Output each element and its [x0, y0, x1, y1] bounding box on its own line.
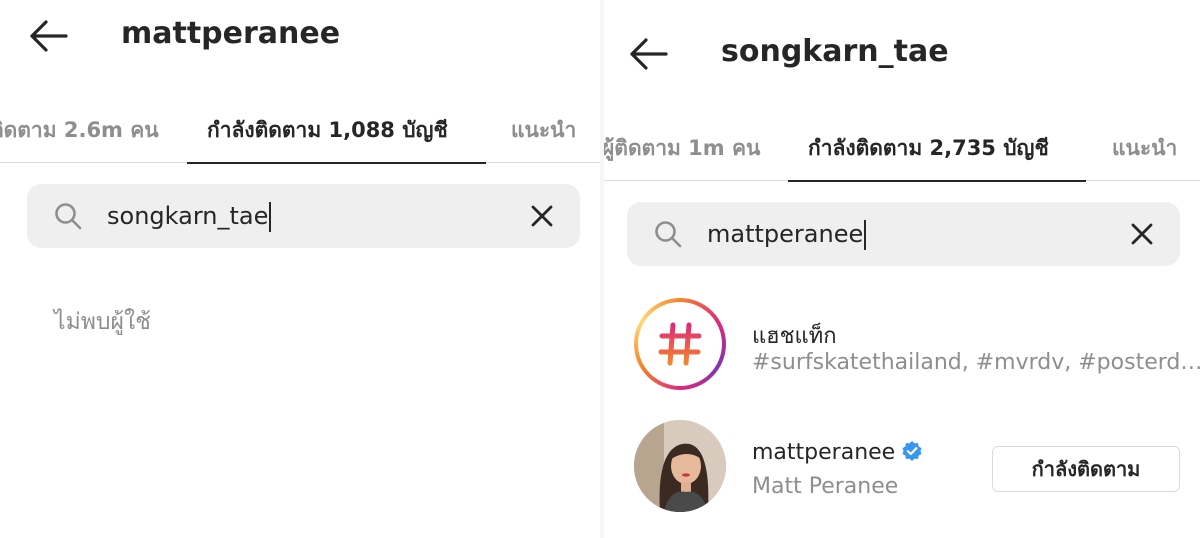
- username-text: mattperanee: [752, 440, 896, 465]
- following-button[interactable]: กำลังติดตาม: [992, 446, 1180, 492]
- user-result-row[interactable]: mattperanee Matt Peranee กำลังติดตาม: [634, 420, 1180, 516]
- hashtag-icon: [658, 322, 702, 366]
- text-cursor: [269, 202, 272, 232]
- text-cursor: [864, 220, 867, 250]
- hashtag-result-row[interactable]: แฮชแท็ก #surfskatethailand, #mvrdv, #pos…: [634, 298, 1200, 394]
- tab-following[interactable]: กำลังติดตาม 2,735 บัญชี: [808, 123, 1049, 173]
- no-users-found-text: ไม่พบผู้ใช้: [54, 309, 151, 335]
- active-tab-underline: [187, 162, 486, 164]
- active-tab-underline: [788, 180, 1086, 182]
- user-full-name: Matt Peranee: [752, 474, 899, 499]
- search-bar[interactable]: songkarn_tae: [27, 184, 580, 248]
- user-username: mattperanee: [752, 440, 923, 465]
- follow-tabs: ติดตาม 2.6m คน กำลังติดตาม 1,088 บัญชี แ…: [0, 100, 600, 164]
- header: mattperanee: [0, 0, 600, 70]
- follow-tabs: ผู้ติดตาม 1m คน กำลังติดตาม 2,735 บัญชี …: [604, 118, 1200, 182]
- search-icon: [655, 221, 682, 248]
- hashtag-icon-ring: [634, 298, 726, 390]
- hashtag-subtitle: #surfskatethailand, #mvrdv, #posterd…: [752, 350, 1200, 375]
- search-input[interactable]: mattperanee: [707, 202, 867, 266]
- right-profile-panel: songkarn_tae ผู้ติดตาม 1m คน กำลังติดตาม…: [604, 0, 1200, 538]
- search-bar[interactable]: mattperanee: [627, 202, 1180, 266]
- tab-followers[interactable]: ติดตาม 2.6m คน: [0, 105, 159, 155]
- profile-username-title: mattperanee: [121, 16, 341, 51]
- search-input-value: songkarn_tae: [107, 202, 269, 230]
- search-input[interactable]: songkarn_tae: [107, 184, 272, 248]
- back-arrow-icon[interactable]: [626, 34, 670, 74]
- tab-followers[interactable]: ผู้ติดตาม 1m คน: [604, 123, 760, 173]
- avatar-image: [634, 420, 726, 512]
- search-input-value: mattperanee: [707, 220, 864, 248]
- clear-search-icon[interactable]: [1130, 222, 1154, 246]
- verified-badge-icon: [902, 441, 922, 461]
- avatar[interactable]: [634, 420, 726, 512]
- tab-suggested[interactable]: แนะนำ: [1112, 123, 1177, 173]
- search-icon: [55, 203, 82, 230]
- tab-suggested[interactable]: แนะนำ: [511, 105, 576, 155]
- left-profile-panel: mattperanee ติดตาม 2.6m คน กำลังติดตาม 1…: [0, 0, 600, 538]
- hashtag-title: แฮชแท็ก: [752, 324, 837, 349]
- header: songkarn_tae: [604, 0, 1200, 70]
- back-arrow-icon[interactable]: [26, 16, 70, 56]
- profile-username-title: songkarn_tae: [721, 34, 949, 69]
- clear-search-icon[interactable]: [530, 204, 554, 228]
- hashtag-icon-bg: [638, 302, 722, 386]
- tab-following[interactable]: กำลังติดตาม 1,088 บัญชี: [207, 105, 448, 155]
